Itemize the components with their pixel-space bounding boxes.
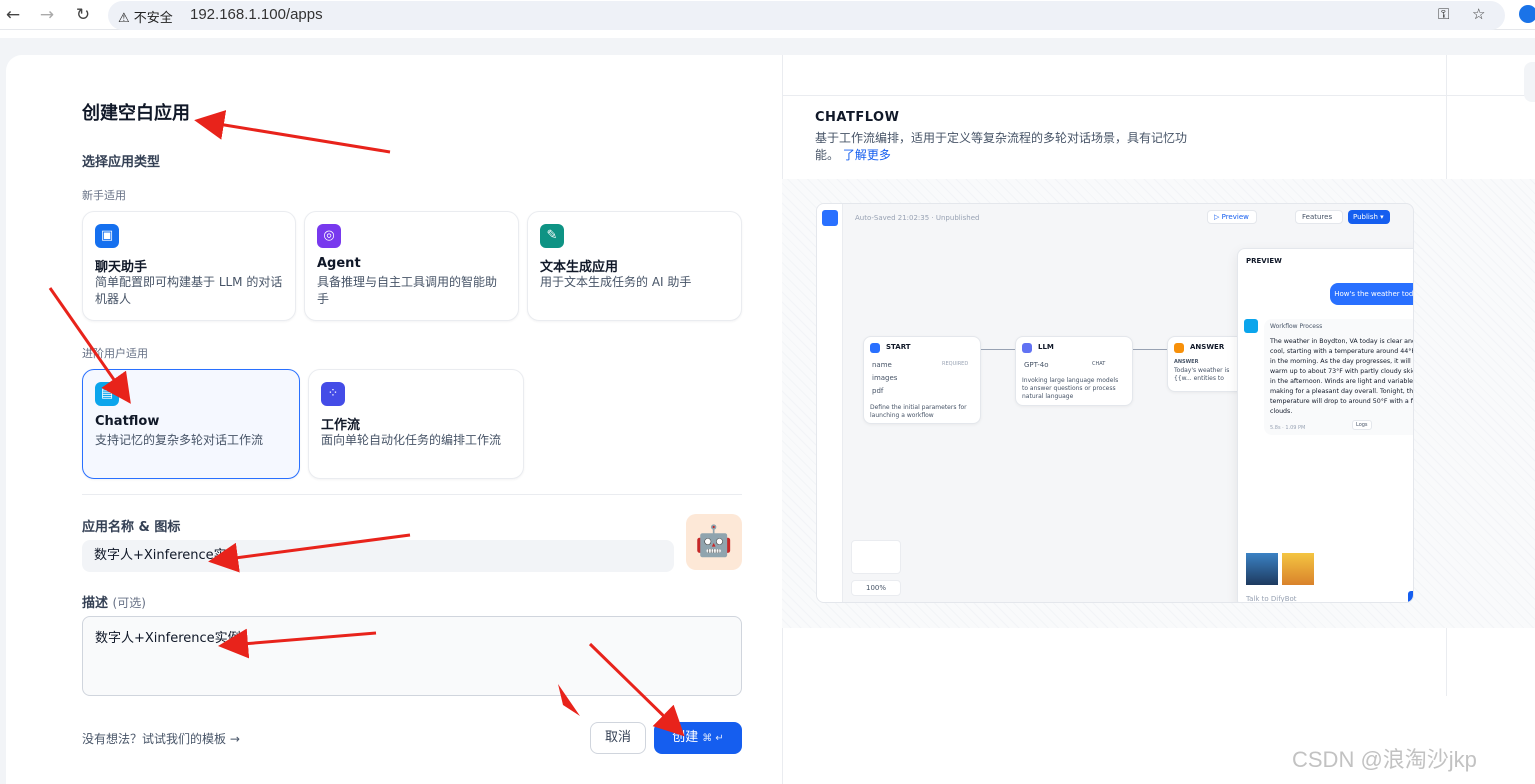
create-label: 创建 bbox=[672, 730, 699, 745]
optional-hint: (可选) bbox=[112, 596, 146, 610]
chat-preview-panel: PREVIEW How's the weather today Workflow… bbox=[1237, 248, 1414, 603]
attachment-thumb-2 bbox=[1282, 553, 1314, 585]
edge bbox=[981, 349, 1015, 350]
watermark: CSDN @浪淘沙jkp bbox=[1292, 747, 1477, 772]
answer-node-icon bbox=[1174, 343, 1184, 353]
logs-button: Logs bbox=[1352, 420, 1372, 430]
url-text[interactable]: 192.168.1.100/apps bbox=[190, 6, 323, 23]
attachment-thumb-1 bbox=[1246, 553, 1278, 585]
app-name-input[interactable]: 数字人+Xinference实 bbox=[82, 540, 674, 572]
card-desc: 具备推理与自主工具调用的智能助手 bbox=[317, 275, 498, 306]
card-chatflow[interactable]: ▤ Chatflow 支持记忆的复杂多轮对话工作流 bbox=[82, 369, 300, 479]
reload-icon[interactable]: ↻ bbox=[72, 4, 94, 26]
insecure-label: 不安全 bbox=[133, 11, 173, 26]
profile-avatar[interactable] bbox=[1519, 5, 1535, 23]
workflow-icon: ⁘ bbox=[321, 382, 345, 406]
create-button[interactable]: 创建 ⌘ ↵ bbox=[654, 722, 742, 754]
llm-node-icon bbox=[1022, 343, 1032, 353]
card-chat-assistant[interactable]: ▣ 聊天助手 简单配置即可构建基于 LLM 的对话机器人 bbox=[82, 211, 296, 321]
chat-tag: CHAT bbox=[1092, 361, 1106, 367]
bot-icon bbox=[822, 210, 838, 226]
start-node: START name REQUIRED images pdf Define th… bbox=[863, 336, 981, 424]
minimap bbox=[851, 540, 901, 574]
divider bbox=[82, 494, 742, 495]
llm-node-title: LLM bbox=[1038, 343, 1054, 351]
start-node-title: START bbox=[886, 343, 911, 351]
workflow-process: Workflow Process bbox=[1270, 323, 1323, 330]
dialog-title: 创建空白应用 bbox=[82, 103, 190, 124]
features-button: Features bbox=[1295, 210, 1343, 224]
preview-desc: 基于工作流编排，适用于定义等复杂流程的多轮对话场景，具有记忆功能。 了解更多 bbox=[815, 130, 1195, 164]
desc-label: 描述 (可选) bbox=[82, 592, 146, 611]
start-field: images bbox=[872, 374, 898, 382]
screenshot-sidebar bbox=[817, 204, 843, 602]
card-desc: 支持记忆的复杂多轮对话工作流 bbox=[95, 433, 264, 447]
chatflow-icon: ▤ bbox=[95, 382, 119, 406]
card-workflow[interactable]: ⁘ 工作流 面向单轮自动化任务的编排工作流 bbox=[308, 369, 524, 479]
cancel-button[interactable]: 取消 bbox=[590, 722, 646, 754]
start-field: pdf bbox=[872, 387, 884, 395]
required-tag: REQUIRED bbox=[942, 361, 969, 367]
name-label: 应用名称 & 图标 bbox=[82, 520, 181, 535]
key-icon[interactable]: ⚿ bbox=[1438, 5, 1449, 23]
forward-icon[interactable]: → bbox=[36, 4, 58, 26]
template-link[interactable]: 没有想法？试试我们的模板 → bbox=[82, 730, 240, 747]
answer-label: ANSWER bbox=[1174, 359, 1199, 365]
agent-icon: ◎ bbox=[317, 224, 341, 248]
preview-title: CHATFLOW bbox=[815, 110, 900, 125]
beginner-label: 新手适用 bbox=[82, 189, 126, 202]
answer-node-title: ANSWER bbox=[1190, 343, 1225, 351]
card-title: 工作流 bbox=[321, 418, 361, 433]
bot-reply-text: The weather in Boydton, VA today is clea… bbox=[1270, 338, 1414, 415]
autosave-text: Auto-Saved 21:02:35 · Unpublished bbox=[855, 214, 980, 222]
robot-icon: 🤖 bbox=[695, 524, 733, 559]
side-handle[interactable] bbox=[1524, 62, 1535, 102]
llm-model: GPT-4o bbox=[1024, 361, 1049, 369]
card-desc: 简单配置即可构建基于 LLM 的对话机器人 bbox=[95, 275, 283, 306]
card-agent[interactable]: ◎ Agent 具备推理与自主工具调用的智能助手 bbox=[304, 211, 519, 321]
chat-bot-icon: ▣ bbox=[95, 224, 119, 248]
chatflow-screenshot: Auto-Saved 21:02:35 · Unpublished ▷ Prev… bbox=[816, 203, 1414, 603]
desc-label-text: 描述 bbox=[82, 596, 109, 611]
reply-meta: 5.8s · 1.09 PM bbox=[1270, 425, 1306, 431]
insecure-warning[interactable]: ⚠ 不安全 bbox=[118, 7, 173, 26]
select-type-heading: 选择应用类型 bbox=[82, 155, 161, 170]
chat-input-placeholder: Talk to DifyBot bbox=[1246, 595, 1297, 603]
edge bbox=[1133, 349, 1167, 350]
card-text-generation[interactable]: ✎ 文本生成应用 用于文本生成任务的 AI 助手 bbox=[527, 211, 742, 321]
address-bar[interactable]: ⚠ 不安全 192.168.1.100/apps ⚿ ☆ bbox=[108, 1, 1505, 30]
answer-node: ANSWER ANSWER Today's weather is {{w... … bbox=[1167, 336, 1247, 392]
text-generation-icon: ✎ bbox=[540, 224, 564, 248]
bookmark-star-icon[interactable]: ☆ bbox=[1472, 5, 1485, 23]
bot-reply: Workflow Process The weather in Boydton,… bbox=[1264, 319, 1414, 435]
card-desc: 用于文本生成任务的 AI 助手 bbox=[540, 275, 692, 289]
publish-button: Publish ▾ bbox=[1348, 210, 1390, 224]
chat-preview-title: PREVIEW bbox=[1246, 257, 1282, 265]
card-title: Agent bbox=[317, 256, 361, 271]
description-textarea[interactable]: 数字人+Xinference实例 bbox=[82, 616, 742, 696]
card-title: Chatflow bbox=[95, 414, 160, 429]
start-node-icon bbox=[870, 343, 880, 353]
back-icon[interactable]: ← bbox=[2, 4, 24, 26]
start-node-desc: Define the initial parameters for launch… bbox=[870, 404, 967, 419]
card-title: 文本生成应用 bbox=[540, 260, 619, 275]
card-title: 聊天助手 bbox=[95, 260, 148, 275]
app-icon-picker[interactable]: 🤖 bbox=[686, 514, 742, 570]
shortcut-hint: ⌘ ↵ bbox=[702, 733, 724, 744]
preview-top-divider bbox=[783, 95, 1535, 96]
learn-more-link[interactable]: 了解更多 bbox=[843, 148, 891, 162]
card-desc: 面向单轮自动化任务的编排工作流 bbox=[321, 433, 502, 447]
chat-bot-avatar bbox=[1244, 319, 1258, 333]
start-field: name bbox=[872, 361, 892, 369]
llm-node-desc: Invoking large language models to answer… bbox=[1022, 377, 1119, 400]
advanced-label: 进阶用户适用 bbox=[82, 347, 148, 360]
user-message: How's the weather today bbox=[1330, 283, 1413, 305]
zoom-level: 100% bbox=[851, 580, 901, 596]
llm-node: LLM GPT-4o CHAT Invoking large language … bbox=[1015, 336, 1133, 406]
preview-run-button: ▷ Preview bbox=[1207, 210, 1257, 224]
browser-toolbar: ← → ↻ ⚠ 不安全 192.168.1.100/apps ⚿ ☆ bbox=[0, 0, 1535, 30]
answer-text: Today's weather is {{w... entities to ex… bbox=[1174, 367, 1230, 382]
